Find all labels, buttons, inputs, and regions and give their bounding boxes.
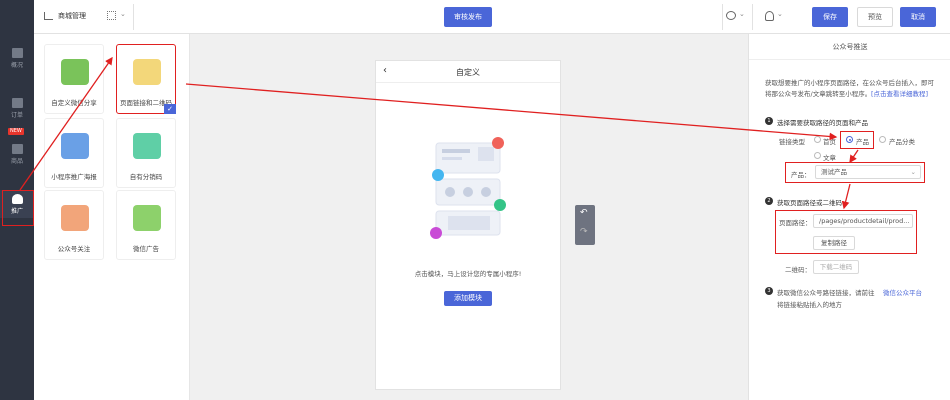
card-label: 自定义微信分享 [51,99,97,107]
dashboard-icon [11,48,23,58]
radio-home-label: 首页 [823,138,836,146]
chart-icon [44,12,53,20]
step2-title: 获取页面路径或二维码 [777,199,842,207]
cancel-button[interactable]: 取消 [900,7,936,27]
preview-button[interactable]: 预览 [857,7,893,27]
radio-category[interactable] [879,136,886,143]
settings-panel: 公众号推送 获取想要推广的小程序页面路径，在公众号后台插入，即可 将那公众号发布… [748,34,950,400]
phone-preview: ‹ 自定义 点击模块，马上设计您的专属小程序! 添加模块 [375,60,561,390]
app-title: 商城管理 [58,12,86,20]
tutorial-link[interactable]: [点击查看详细教程] [871,88,928,98]
card-label: 小程序推广海报 [51,173,97,181]
annotation-box-page-path [775,210,917,254]
search-ad-icon [133,205,161,231]
sidebar-item-label: 商品 [10,158,23,165]
top-bar: 商城管理 ⌄ 审核发布 ⌄ ⌄ 保存 预览 取消 [34,0,950,34]
undo-icon[interactable]: ↶ [580,208,588,218]
intro-text: 获取想要推广的小程序页面路径，在公众号后台插入，即可 [765,79,934,87]
sidebar-item-label: 概况 [10,62,23,69]
sidebar-item-orders[interactable]: 订单 [0,94,34,122]
user-avatar-icon[interactable] [765,11,774,21]
card-wechat-ads[interactable]: 微信广告 [116,190,176,260]
sidebar-item-label: 订单 [10,112,23,119]
orders-icon [11,98,23,108]
chevron-down-icon[interactable]: ⌄ [777,10,783,18]
step-number-icon: 2 [765,197,773,205]
sidebar-item-overview[interactable]: 概况 [0,44,34,72]
empty-hint: 点击模块，马上设计您的专属小程序! [414,270,522,278]
chevron-down-icon[interactable]: ⌄ [739,10,745,18]
card-wechat-share[interactable]: 自定义微信分享 [44,44,104,114]
card-promo-poster[interactable]: 小程序推广海报 [44,118,104,188]
card-follow-account[interactable]: 公众号关注 [44,190,104,260]
publish-button[interactable]: 审核发布 [444,7,492,27]
card-label: 微信广告 [133,245,159,253]
module-panel: 自定义微信分享 页面链接和二维码 ✓ 小程序推广海报 自有分销码 公众号关注 微… [34,34,190,400]
wechat-platform-link[interactable]: 微信公众平台 [883,287,922,297]
step3-text: 将链接粘贴插入的地方 [777,301,842,309]
qrcode-link-icon [133,59,161,85]
card-distribution-code[interactable]: 自有分销码 [116,118,176,188]
panel-header: 公众号推送 [749,34,950,60]
divider [133,4,134,30]
products-icon [11,144,23,154]
download-qrcode-button[interactable]: 下载二维码 [813,260,859,274]
save-button[interactable]: 保存 [812,7,848,27]
radio-article-label: 文章 [823,154,836,162]
step-number-icon: 3 [765,287,773,295]
clipboard-icon [133,133,161,159]
empty-illustration [430,137,506,239]
heart-card-icon [61,205,89,231]
link-type-label: 链接类型 [779,138,805,146]
radio-article[interactable] [814,152,821,159]
chevron-down-icon[interactable]: ⌄ [120,10,126,18]
annotation-box-product-select [785,162,925,183]
megaphone-icon [61,133,89,159]
add-module-button[interactable]: 添加模块 [444,291,492,306]
qrcode-label: 二维码： [785,266,811,274]
card-label: 公众号关注 [57,245,91,253]
phone-title: 自定义 [456,68,480,77]
step3-text: 获取微信公众号路径链接，请前往 [777,289,875,297]
radio-category-label: 产品分类 [889,138,915,146]
radio-home[interactable] [814,136,821,143]
card-page-link-qrcode[interactable]: 页面链接和二维码 ✓ [116,44,176,114]
phone-header: ‹ 自定义 [376,61,560,83]
divider [752,4,753,30]
new-badge: NEW [8,128,24,135]
grid-icon[interactable] [107,11,116,20]
divider [722,4,723,30]
annotation-box-product-radio [840,131,874,149]
step-number-icon: 1 [765,117,773,125]
chat-icon[interactable] [726,11,736,20]
check-icon: ✓ [164,104,176,114]
history-controls: ↶ ↷ [575,205,595,245]
redo-icon[interactable]: ↷ [580,227,588,237]
card-label: 自有分销码 [129,173,163,181]
sidebar-item-products[interactable]: 商品 [0,140,34,168]
wechat-share-icon [61,59,89,85]
step1-title: 选择需要获取路径的页面和产品 [777,119,868,127]
annotation-box-promotion [2,190,34,226]
intro-text: 将那公众号发布/文章跳转至小程序。 [765,90,872,98]
